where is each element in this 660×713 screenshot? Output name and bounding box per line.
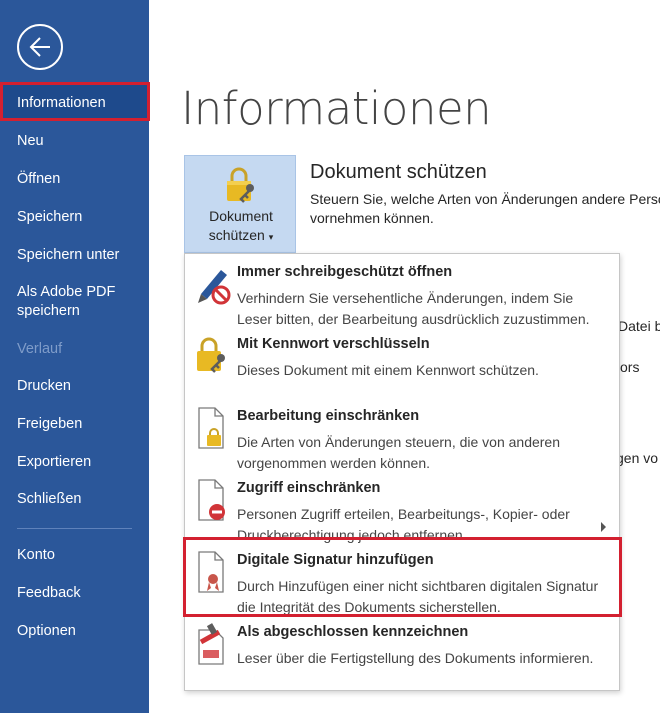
nav-freigeben[interactable]: Freigeben (0, 406, 149, 442)
nav-als-adobe-pdf-speichern[interactable]: Als Adobe PDF speichern (0, 280, 130, 324)
nav-oeffnen[interactable]: Öffnen (0, 161, 149, 197)
menu-item-description: Dieses Dokument mit einem Kennwort schüt… (237, 362, 539, 378)
lock-key-icon (197, 337, 225, 373)
document-lock-icon (198, 407, 224, 449)
menu-item-title: Immer schreibgeschützt öffnen (237, 264, 453, 280)
document-minus-icon (198, 479, 225, 521)
chevron-right-icon (601, 522, 606, 532)
protect-document-button[interactable]: Dokument schützen ▾ (184, 155, 296, 253)
nav-verlauf: Verlauf (17, 340, 63, 357)
pen-no-entry-icon (198, 270, 231, 305)
nav-konto[interactable]: Konto (0, 537, 149, 573)
chevron-down-icon: ▾ (268, 232, 274, 242)
menu-item-title: Mit Kennwort verschlüsseln (237, 336, 430, 352)
menu-item-description: Die Arten von Änderungen steuern, die vo… (237, 434, 561, 471)
protect-document-dropdown: Immer schreibgeschützt öffnen Verhindern… (184, 253, 620, 691)
document-ribbon-icon (198, 551, 224, 593)
lock-key-icon (227, 167, 254, 203)
document-stamp-icon (198, 623, 224, 665)
menu-item-title: Digitale Signatur hinzufügen (237, 552, 434, 568)
nav-speichern-unter[interactable]: Speichern unter (0, 237, 149, 273)
arrow-left-icon (29, 37, 50, 57)
menu-item-description: Verhindern Sie versehentliche Änderungen… (237, 290, 590, 327)
background-text: ors (620, 359, 640, 375)
nav-drucken[interactable]: Drucken (0, 368, 149, 404)
menu-item-title: Bearbeitung einschränken (237, 408, 420, 424)
menu-item-mark-final[interactable]: Als abgeschlossen kennzeichnen Leser übe… (185, 616, 619, 688)
menu-item-restrict-editing[interactable]: Bearbeitung einschränken Die Arten von Ä… (185, 400, 619, 472)
menu-item-digital-signature[interactable]: Digitale Signatur hinzufügen Durch Hinzu… (185, 544, 619, 616)
menu-item-read-only[interactable]: Immer schreibgeschützt öffnen Verhindern… (185, 256, 619, 328)
nav-neu[interactable]: Neu (0, 123, 149, 159)
section-title: Dokument schützen (310, 161, 487, 183)
menu-item-description: Personen Zugriff erteilen, Bearbeitungs-… (237, 506, 570, 543)
menu-item-title: Als abgeschlossen kennzeichnen (237, 624, 469, 640)
menu-item-description: Durch Hinzufügen einer nicht sichtbaren … (237, 578, 599, 615)
nav-divider (17, 528, 132, 529)
nav-schliessen[interactable]: Schließen (0, 481, 149, 517)
nav-optionen[interactable]: Optionen (0, 613, 149, 649)
nav-exportieren[interactable]: Exportieren (0, 444, 149, 480)
background-text: Datei b (618, 318, 660, 334)
menu-item-restrict-access[interactable]: Zugriff einschränken Personen Zugriff er… (185, 472, 619, 544)
nav-feedback[interactable]: Feedback (0, 575, 149, 611)
page-title: Informationen (181, 82, 492, 135)
nav-informationen[interactable]: Informationen (0, 85, 149, 121)
backstage-sidebar: Informationen Neu Öffnen Speichern Speic… (0, 0, 149, 713)
nav-speichern[interactable]: Speichern (0, 199, 149, 235)
menu-item-description: Leser über die Fertigstellung des Dokume… (237, 650, 594, 666)
menu-item-title: Zugriff einschränken (237, 480, 381, 496)
protect-button-label-line1: Dokument (209, 208, 273, 224)
protect-button-label-line2: schützen (208, 227, 265, 243)
background-text: gen vo (616, 450, 659, 466)
menu-item-encrypt-password[interactable]: Mit Kennwort verschlüsseln Dieses Dokume… (185, 328, 619, 398)
back-button[interactable] (17, 24, 63, 70)
section-description: Steuern Sie, welche Arten von Änderungen… (310, 191, 660, 226)
